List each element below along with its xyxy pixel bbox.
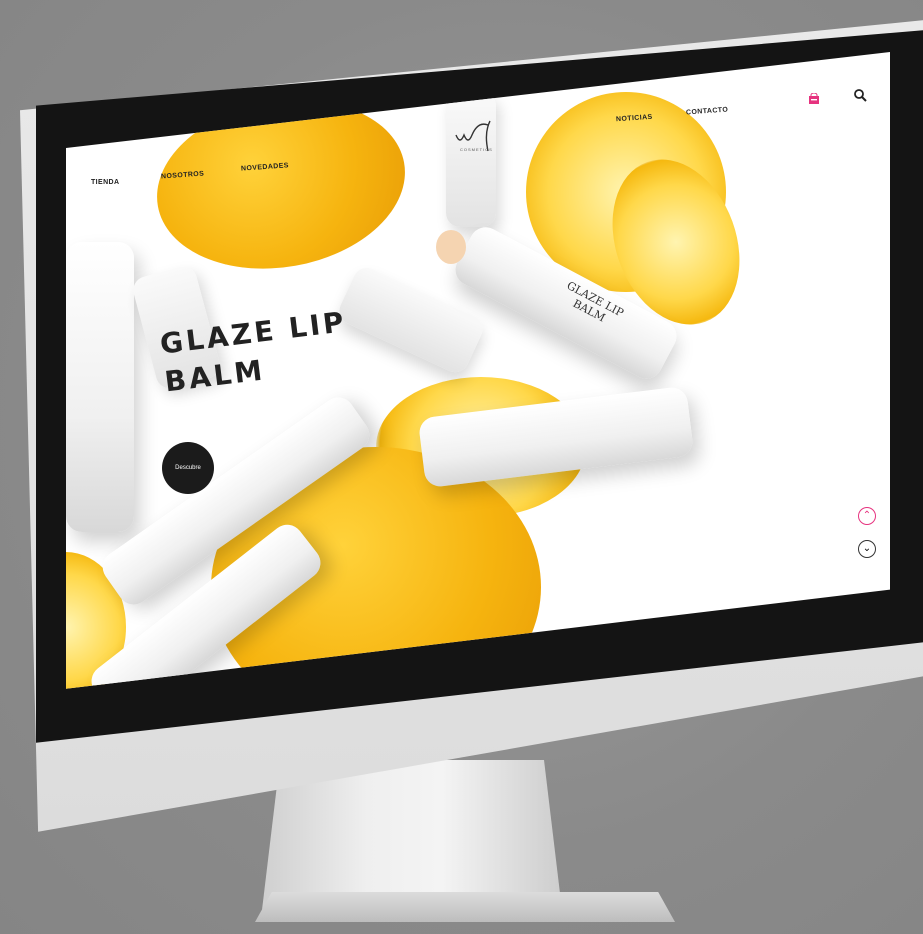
search-icon[interactable] (853, 88, 867, 102)
balm-tube-left-vertical (66, 242, 134, 532)
discover-button-label: Descubre (175, 465, 201, 471)
logo-subtitle: COSMETICS (460, 147, 493, 152)
chevron-up-icon: ⌃ (862, 510, 872, 521)
balm-cap-top (446, 92, 496, 227)
bag-icon[interactable] (808, 92, 820, 104)
balm-tip-right (436, 230, 466, 264)
chevron-down-icon: ⌄ (862, 543, 872, 554)
brand-logo[interactable]: COSMETICS (454, 117, 514, 157)
monitor-stand-base (255, 892, 675, 922)
scroll-down-button[interactable]: ⌄ (858, 540, 876, 558)
discover-button[interactable]: Descubre (162, 442, 214, 494)
website-screen: GLAZE LIP BALM TIENDA NOSOTROS NOVEDADES… (66, 52, 890, 689)
scroll-up-button[interactable]: ⌃ (858, 507, 876, 525)
nav-item-contacto[interactable]: CONTACTO (686, 107, 729, 117)
nav-item-tienda[interactable]: TIENDA (91, 179, 119, 186)
